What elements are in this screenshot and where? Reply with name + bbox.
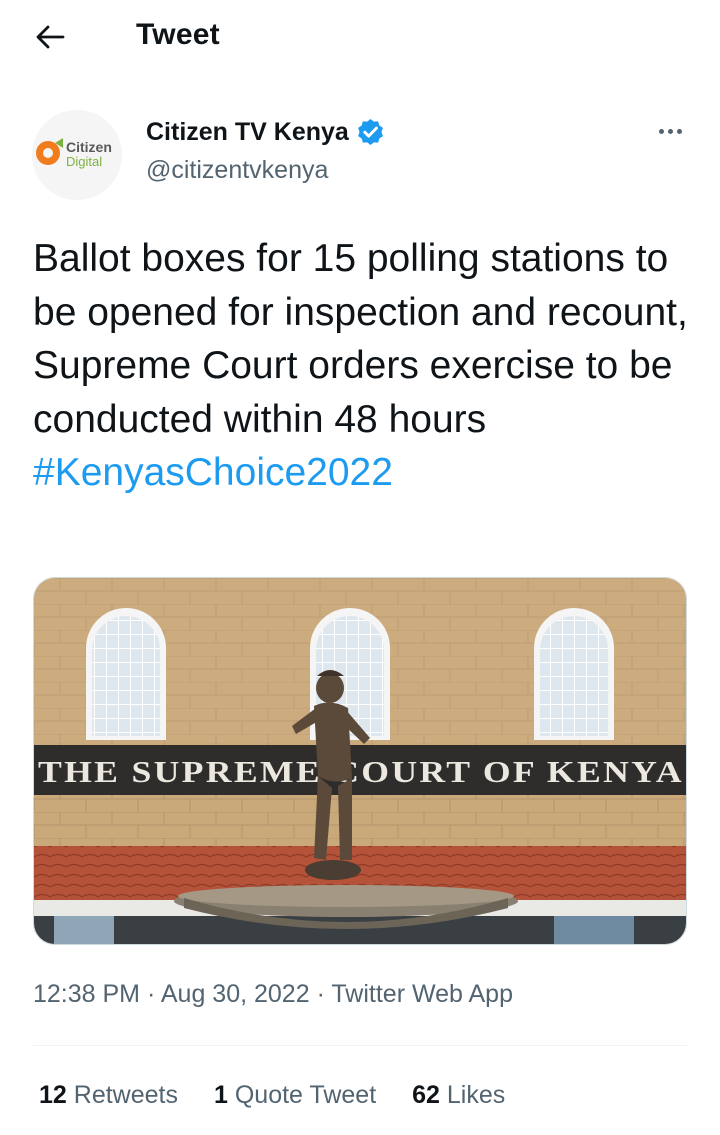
arrow-left-icon [36, 25, 65, 49]
avatar-text-digital: Digital [66, 154, 102, 169]
meta-separator: · [146, 980, 156, 1008]
engagement-stats: 12 Retweets 1 Quote Tweet 62 Likes [39, 1081, 505, 1110]
hashtag-link[interactable]: #KenyasChoice2022 [33, 451, 393, 494]
author-name-row[interactable]: Citizen TV Kenya [146, 117, 386, 148]
tweet-image[interactable]: THE SUPREME COURT OF KENYA [33, 577, 687, 945]
verified-badge-icon [357, 118, 383, 146]
court-sign-text: THE SUPREME COURT OF KENYA [38, 754, 684, 789]
page-title: Tweet [136, 18, 220, 51]
more-dots-icon [658, 128, 664, 134]
tweet-time[interactable]: 12:38 PM [33, 980, 140, 1008]
retweets-label: Retweets [73, 1081, 178, 1109]
quotes-count: 1 [213, 1081, 228, 1109]
retweets-stat[interactable]: 12 Retweets [39, 1081, 178, 1110]
back-button[interactable] [30, 20, 70, 54]
avatar[interactable]: Citizen Digital [32, 110, 122, 200]
tweet-source[interactable]: Twitter Web App [331, 980, 513, 1008]
tweet-meta: 12:38 PM · Aug 30, 2022 · Twitter Web Ap… [33, 980, 513, 1009]
more-options-button[interactable] [650, 116, 690, 146]
quote-tweets-stat[interactable]: 1 Quote Tweet [214, 1081, 376, 1110]
tweet-text: Ballot boxes for 15 polling stations to … [33, 232, 698, 500]
supreme-court-photo: THE SUPREME COURT OF KENYA [34, 578, 686, 944]
citizen-digital-logo: Citizen Digital [32, 110, 122, 200]
avatar-text-citizen: Citizen [66, 139, 112, 155]
author-display-name[interactable]: Citizen TV Kenya [146, 118, 349, 147]
likes-label: Likes [446, 1081, 506, 1109]
tweet-body: Ballot boxes for 15 polling stations to … [33, 237, 688, 441]
window-left [86, 608, 166, 740]
top-bar: Tweet [0, 0, 720, 76]
meta-separator: · [316, 980, 325, 1008]
divider [33, 1045, 687, 1046]
likes-count: 62 [412, 1081, 440, 1109]
author-handle[interactable]: @citizentvkenya [146, 156, 328, 185]
likes-stat[interactable]: 62 Likes [412, 1081, 505, 1110]
quotes-label: Quote Tweet [234, 1081, 377, 1109]
retweets-count: 12 [39, 1081, 67, 1109]
tweet-date[interactable]: Aug 30, 2022 [161, 980, 310, 1008]
window-right [534, 608, 614, 740]
